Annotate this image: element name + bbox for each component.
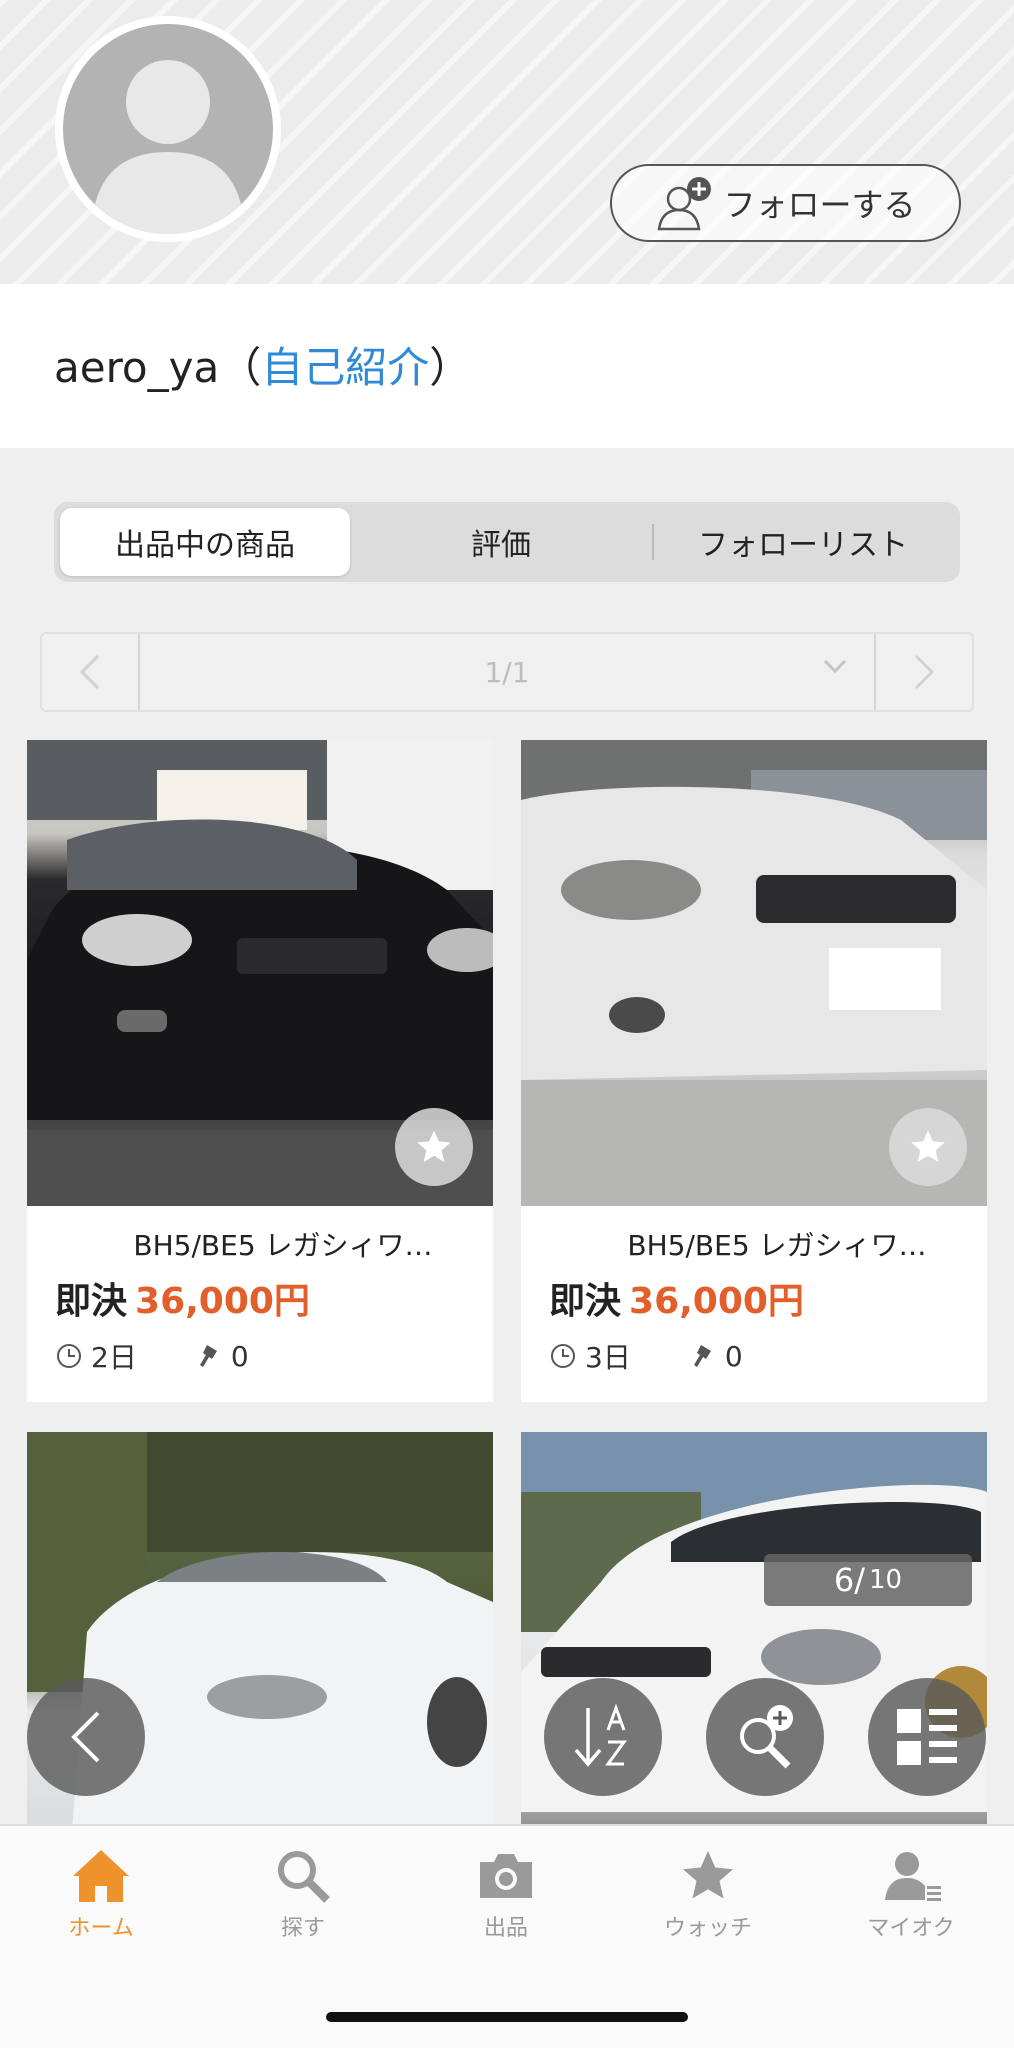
follow-button-label: フォローする [723,186,916,224]
bid-count-value: 0 [230,1339,249,1373]
nav-sell-label: 出品 [483,1916,528,1941]
search-icon [278,1851,330,1903]
price-row: 即決 36,000円 [521,1272,987,1324]
nav-search[interactable]: 探す [202,1846,404,1956]
gavel-icon [693,1345,711,1367]
nav-my-auction-label: マイオク [867,1916,955,1941]
list-grid-icon [897,1709,957,1765]
chevron-down-icon [823,659,847,674]
product-title: BH5/BE5 レガシィワ… [627,1229,927,1262]
product-card[interactable]: BH5/BE5 レガシィワ… 即決 36,000円 3日 0 [521,740,987,1402]
pager-next-button[interactable] [876,634,972,710]
layout-toggle-button[interactable] [868,1678,986,1796]
time-left-value: 3日 [585,1341,631,1374]
paren-close: ） [429,343,472,392]
nav-search-label: 探す [280,1916,325,1941]
page-counter-current: 6/ [833,1561,866,1599]
home-indicator [326,2012,688,2022]
clock-icon [551,1344,575,1368]
product-title: BH5/BE5 レガシィワ… [133,1229,433,1262]
profile-header: フォローする [0,0,1014,284]
paren-open: （ [219,343,262,392]
sort-az-icon [574,1703,627,1767]
nav-sell[interactable]: 出品 [405,1846,607,1956]
watch-button[interactable] [889,1108,967,1186]
page-counter: 6/10 [764,1554,972,1606]
star-icon [683,1851,733,1899]
time-left: 3日 [549,1336,631,1376]
product-image[interactable] [27,740,493,1206]
home-icon [73,1850,129,1902]
zoom-plus-icon [740,1705,793,1769]
back-button[interactable] [27,1678,145,1796]
star-icon [417,1130,451,1162]
tab-listings[interactable]: 出品中の商品 [60,508,350,576]
profile-page: フォローする aero_ya（自己紹介） 出品中の商品 評価 フォローリスト 1… [0,0,1014,2048]
product-info: BH5/BE5 レガシィワ… 即決 36,000円 3日 0 [521,1206,987,1402]
avatar [55,16,281,242]
chevron-left-icon [79,654,100,690]
time-left-value: 2日 [91,1341,137,1374]
search-add-button[interactable] [706,1678,824,1796]
pager-prev-button[interactable] [42,634,138,710]
page-select[interactable]: 1/1 [138,634,876,710]
bid-count: 0 [689,1340,743,1373]
price-value: 36,000円 [629,1281,804,1322]
nav-watch[interactable]: ウォッチ [607,1846,809,1956]
chevron-right-icon [914,654,935,690]
username-section: aero_ya（自己紹介） [0,284,1014,448]
gavel-icon [199,1345,217,1367]
star-icon [911,1130,945,1162]
profile-tabs: 出品中の商品 評価 フォローリスト [54,502,960,582]
product-card[interactable]: BH5/BE5 レガシィワ… 即決 36,000円 2日 0 [27,740,493,1402]
nav-my-auction[interactable]: マイオク [810,1846,1012,1956]
user-list-icon [885,1852,941,1901]
watch-button[interactable] [395,1108,473,1186]
product-info: BH5/BE5 レガシィワ… 即決 36,000円 2日 0 [27,1206,493,1402]
username-line: aero_ya（自己紹介） [54,334,471,395]
nav-home-label: ホーム [68,1916,134,1941]
bid-count: 0 [195,1340,249,1373]
price-label: 即決 [55,1281,128,1322]
clock-icon [57,1344,81,1368]
tab-follow-list[interactable]: フォローリスト [652,508,954,576]
nav-watch-label: ウォッチ [663,1916,752,1941]
nav-home[interactable]: ホーム [0,1846,202,1956]
product-meta: 3日 0 [521,1336,987,1376]
price-label: 即決 [549,1281,622,1322]
sort-button[interactable] [544,1678,662,1796]
add-user-icon [658,177,712,231]
chevron-left-icon [71,1711,100,1763]
bid-count-value: 0 [724,1339,743,1373]
product-image[interactable] [521,740,987,1206]
price-row: 即決 36,000円 [27,1272,493,1324]
tab-ratings[interactable]: 評価 [350,508,652,576]
username: aero_ya [54,343,220,392]
time-left: 2日 [55,1336,137,1376]
product-meta: 2日 0 [27,1336,493,1376]
camera-icon [480,1854,532,1898]
pager: 1/1 [40,632,974,712]
self-intro-link[interactable]: 自己紹介 [261,343,429,392]
avatar-placeholder-icon [63,24,273,234]
page-counter-total: 10 [869,1565,903,1595]
page-select-value: 1/1 [484,655,530,689]
follow-button[interactable]: フォローする [610,164,961,242]
price-value: 36,000円 [135,1281,310,1322]
